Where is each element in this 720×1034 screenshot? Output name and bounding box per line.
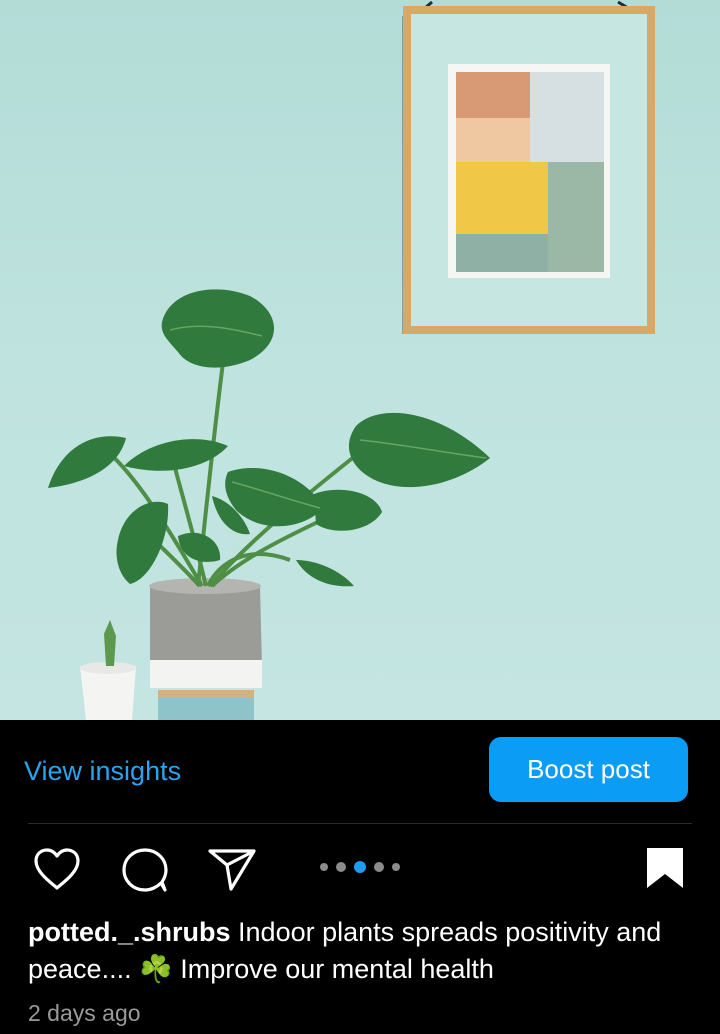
- carousel-dot: [336, 862, 346, 872]
- carousel-indicator: [320, 861, 400, 873]
- boost-post-button[interactable]: Boost post: [489, 737, 688, 802]
- heart-icon[interactable]: [33, 847, 81, 893]
- caption-username[interactable]: potted._.shrubs: [28, 917, 231, 947]
- send-icon[interactable]: [207, 847, 257, 891]
- view-insights-link[interactable]: View insights: [24, 756, 181, 787]
- carousel-dot: [374, 862, 384, 872]
- bookmark-icon[interactable]: [644, 846, 686, 890]
- carousel-dot: [320, 863, 328, 871]
- divider: [28, 823, 692, 824]
- caption-text-continued: Improve our mental health: [180, 954, 494, 984]
- comment-icon[interactable]: [121, 847, 169, 893]
- post-caption: potted._.shrubs Indoor plants spreads po…: [28, 914, 698, 988]
- post-photo[interactable]: [0, 0, 720, 720]
- carousel-dot-active: [354, 861, 366, 873]
- shamrock-emoji: ☘️: [139, 954, 173, 984]
- carousel-dot: [392, 863, 400, 871]
- post-timestamp: 2 days ago: [28, 1000, 141, 1026]
- post-insights-bar: View insights Boost post: [0, 720, 720, 823]
- plant-scene-illustration: [48, 0, 655, 720]
